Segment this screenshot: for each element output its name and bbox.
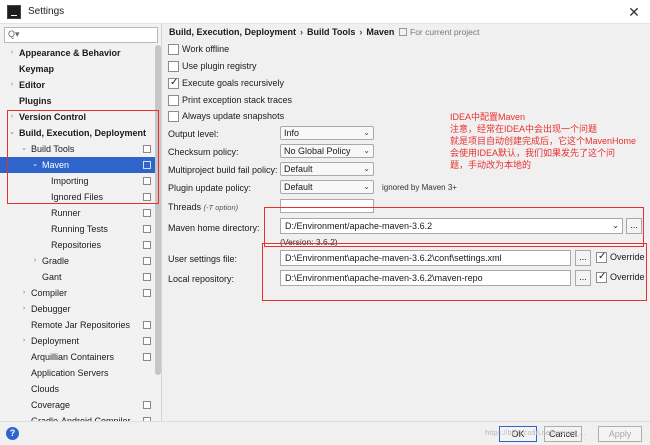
project-settings-icon <box>143 401 151 409</box>
project-settings-icon <box>399 28 407 36</box>
search-icon: Q▾ <box>8 29 20 39</box>
sidebar-item-running-tests[interactable]: Running Tests <box>0 221 161 237</box>
maven-home-directory-label: Maven home directory: <box>168 223 260 233</box>
chevron-right-icon: › <box>22 337 26 344</box>
highlight-box-maven-tree <box>7 110 159 204</box>
sidebar-item-remote-jar-repositories[interactable]: Remote Jar Repositories <box>0 317 161 333</box>
chevron-right-icon: › <box>33 257 37 264</box>
sidebar-item-gradle[interactable]: › Gradle <box>0 253 161 269</box>
sidebar-item-deployment[interactable]: › Deployment <box>0 333 161 349</box>
sidebar-item-plugins[interactable]: Plugins <box>0 93 161 109</box>
intellij-app-icon <box>7 5 21 19</box>
plugin-update-policy-select[interactable]: Default ⌄ <box>280 180 374 194</box>
sidebar-item-arquillian-containers[interactable]: Arquillian Containers <box>0 349 161 365</box>
chevron-right-icon: › <box>10 49 14 56</box>
user-settings-file-label: User settings file: <box>168 254 238 264</box>
sidebar-item-runner[interactable]: Runner <box>0 205 161 221</box>
annotation-note: IDEA中配置Maven 注意，经常在IDEA中会出现一个问题 就是项目自动创建… <box>450 112 637 170</box>
project-settings-icon <box>143 289 151 297</box>
project-settings-icon <box>143 257 151 265</box>
apply-button[interactable]: Apply <box>598 426 642 442</box>
sidebar-item-gradle-android-compiler[interactable]: Gradle-Android Compiler <box>0 413 161 421</box>
for-current-project-note: For current project <box>399 27 479 37</box>
project-settings-icon <box>143 209 151 217</box>
sidebar-item-coverage[interactable]: Coverage <box>0 397 161 413</box>
threads-label: Threads (-T option) <box>168 202 239 212</box>
help-icon[interactable]: ? <box>6 427 19 440</box>
sidebar-item-editor[interactable]: › Editor <box>0 77 161 93</box>
project-settings-icon <box>143 321 151 329</box>
sidebar-item-keymap[interactable]: Keymap <box>0 61 161 77</box>
chevron-right-icon: › <box>22 289 26 296</box>
plugin-update-hint: ignored by Maven 3+ <box>382 183 457 192</box>
sidebar-item-debugger[interactable]: › Debugger <box>0 301 161 317</box>
sidebar-item-appearance-behavior[interactable]: › Appearance & Behavior <box>0 45 161 61</box>
settings-search-input[interactable]: Q▾ <box>4 27 158 43</box>
plugin-update-policy-label: Plugin update policy: <box>168 183 252 193</box>
sidebar-item-clouds[interactable]: Clouds <box>0 381 161 397</box>
checksum-policy-label: Checksum policy: <box>168 147 239 157</box>
output-level-label: Output level: <box>168 129 219 139</box>
chevron-right-icon: › <box>10 81 14 88</box>
local-repository-label: Local repository: <box>168 274 235 284</box>
sidebar-item-compiler[interactable]: › Compiler <box>0 285 161 301</box>
project-settings-icon <box>143 353 151 361</box>
sidebar-item-application-servers[interactable]: Application Servers <box>0 365 161 381</box>
title-bar: Settings ✕ <box>0 0 650 24</box>
project-settings-icon <box>143 225 151 233</box>
project-settings-icon <box>143 241 151 249</box>
breadcrumb: Build, Execution, Deployment › Build Tools… <box>169 27 395 37</box>
chevron-down-icon: ⌄ <box>363 182 370 191</box>
project-settings-icon <box>143 273 151 281</box>
close-window-button[interactable]: ✕ <box>622 2 646 22</box>
sidebar-scrollbar[interactable] <box>155 45 161 375</box>
watermark-text: https://blog.csdn.net/weixin_... <box>485 428 586 437</box>
project-settings-icon <box>143 337 151 345</box>
sidebar-item-repositories[interactable]: Repositories <box>0 237 161 253</box>
window-title: Settings <box>28 6 65 17</box>
highlight-box-settings-repo <box>262 243 647 301</box>
chevron-right-icon: › <box>22 305 26 312</box>
fail-policy-label: Multiproject build fail policy: <box>168 165 278 175</box>
settings-sidebar: Q▾ › Appearance & Behavior Keymap › Edit… <box>0 24 162 421</box>
sidebar-item-gant[interactable]: Gant <box>0 269 161 285</box>
highlight-box-maven-home <box>264 207 644 247</box>
